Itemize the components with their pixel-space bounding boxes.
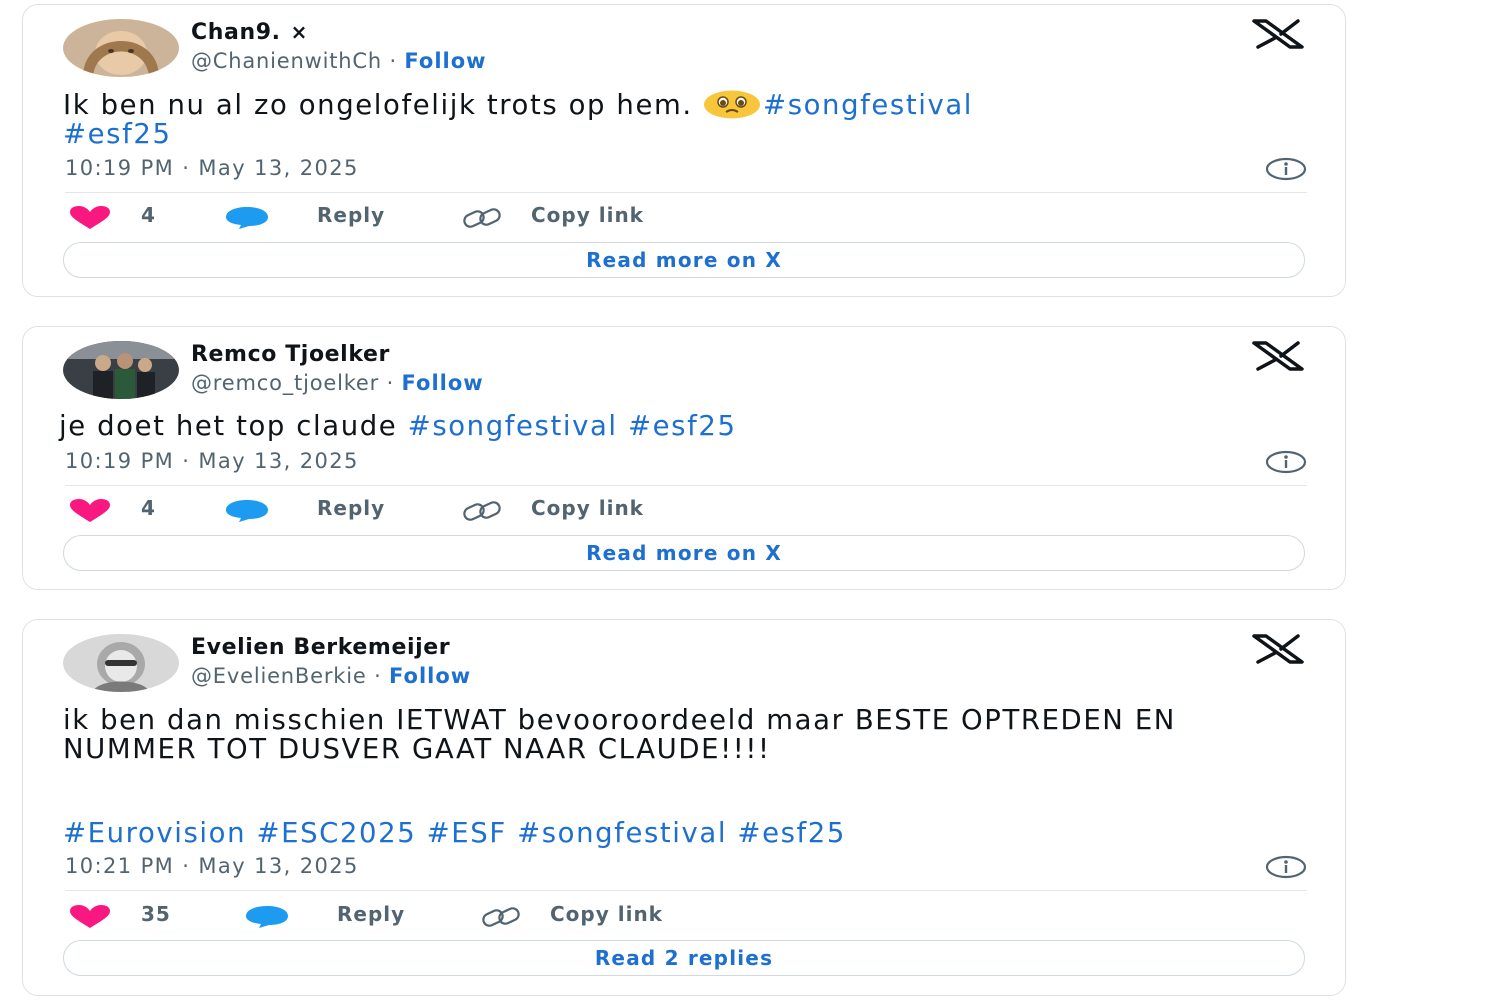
timestamp[interactable]: 10:21 PM · May 13, 2025 [65, 854, 359, 878]
read-more-button[interactable]: Read more on X [63, 242, 1305, 278]
heart-icon[interactable] [69, 206, 111, 230]
reply-button[interactable]: Reply [317, 203, 385, 227]
handle-row: @ChanienwithCh · Follow [191, 49, 487, 73]
separator-dot: · [386, 371, 395, 395]
user-handle[interactable]: @EvelienBerkie [191, 664, 367, 688]
display-name[interactable]: Evelien Berkemeijer [191, 635, 450, 660]
hashtag-link[interactable]: #esf25 [628, 410, 737, 442]
x-logo-icon[interactable] [1251, 19, 1305, 49]
reply-button[interactable]: Reply [317, 496, 385, 520]
reply-button[interactable]: Reply [337, 902, 405, 926]
tweet-card[interactable]: Remco Tjoelker @remco_tjoelker · Follow … [22, 326, 1346, 590]
tweet-text-body: Ik ben nu al zo ongelofelijk trots op he… [63, 89, 704, 121]
avatar[interactable] [63, 341, 179, 399]
divider [65, 890, 1307, 891]
display-name[interactable]: Remco Tjoelker [191, 342, 390, 367]
info-icon[interactable] [1265, 450, 1307, 474]
hashtag-link[interactable]: #songfestival [408, 410, 618, 442]
tweet-card[interactable]: Chan9. × @ChanienwithCh · Follow Ik ben n… [22, 4, 1346, 297]
separator-dot: · [374, 664, 382, 688]
tweet-hashtags: #Eurovision #ESC2025 #ESF #songfestival … [63, 819, 1305, 848]
pleading-face-emoji [703, 90, 761, 119]
link-icon[interactable] [461, 206, 503, 230]
tweet-text: je doet het top claude #songfestival #es… [59, 412, 1305, 441]
heart-icon[interactable] [69, 905, 111, 929]
follow-link[interactable]: Follow [389, 664, 471, 688]
tweet-text: ik ben dan misschien IETWAT bevooroordee… [63, 704, 1176, 765]
heart-icon[interactable] [69, 499, 111, 523]
tweet-card[interactable]: Evelien Berkemeijer @EvelienBerkie · Fol… [22, 619, 1346, 996]
copy-link-button[interactable]: Copy link [531, 496, 644, 520]
hashtag-link[interactable]: #songfestival [763, 89, 973, 121]
avatar[interactable] [63, 19, 179, 77]
divider [65, 485, 1307, 486]
read-more-button[interactable]: Read more on X [63, 535, 1305, 571]
handle-row: @remco_tjoelker · Follow [191, 371, 484, 395]
hashtag-links[interactable]: #Eurovision #ESC2025 #ESF #songfestival … [63, 817, 846, 849]
display-name[interactable]: Chan9. × [191, 20, 308, 45]
divider [65, 192, 1307, 193]
hashtag-link[interactable]: #esf25 [63, 118, 172, 150]
user-handle[interactable]: @remco_tjoelker [191, 371, 379, 395]
copy-link-button[interactable]: Copy link [550, 902, 663, 926]
timestamp[interactable]: 10:19 PM · May 13, 2025 [65, 156, 359, 180]
like-count[interactable]: 35 [141, 902, 171, 926]
copy-link-button[interactable]: Copy link [531, 203, 644, 227]
name-mark: × [290, 20, 308, 44]
like-count[interactable]: 4 [141, 203, 156, 227]
tweet-text: Ik ben nu al zo ongelofelijk trots op he… [63, 90, 1305, 149]
timestamp[interactable]: 10:19 PM · May 13, 2025 [65, 449, 359, 473]
tweet-feed: Chan9. × @ChanienwithCh · Follow Ik ben n… [0, 0, 1500, 1000]
link-icon[interactable] [461, 499, 503, 523]
follow-link[interactable]: Follow [404, 49, 486, 73]
avatar[interactable] [63, 634, 179, 692]
info-icon[interactable] [1265, 157, 1307, 181]
link-icon[interactable] [480, 905, 522, 929]
like-count[interactable]: 4 [141, 496, 156, 520]
follow-link[interactable]: Follow [402, 371, 484, 395]
tweet-text-body: je doet het top claude [59, 410, 408, 442]
x-logo-icon[interactable] [1251, 634, 1305, 664]
reply-bubble-icon[interactable] [225, 499, 269, 523]
reply-bubble-icon[interactable] [245, 905, 289, 929]
handle-row: @EvelienBerkie · Follow [191, 664, 471, 688]
separator-dot: · [389, 49, 397, 73]
info-icon[interactable] [1265, 855, 1307, 879]
user-handle[interactable]: @ChanienwithCh [191, 49, 382, 73]
reply-bubble-icon[interactable] [225, 206, 269, 230]
read-replies-button[interactable]: Read 2 replies [63, 940, 1305, 976]
x-logo-icon[interactable] [1251, 341, 1305, 371]
